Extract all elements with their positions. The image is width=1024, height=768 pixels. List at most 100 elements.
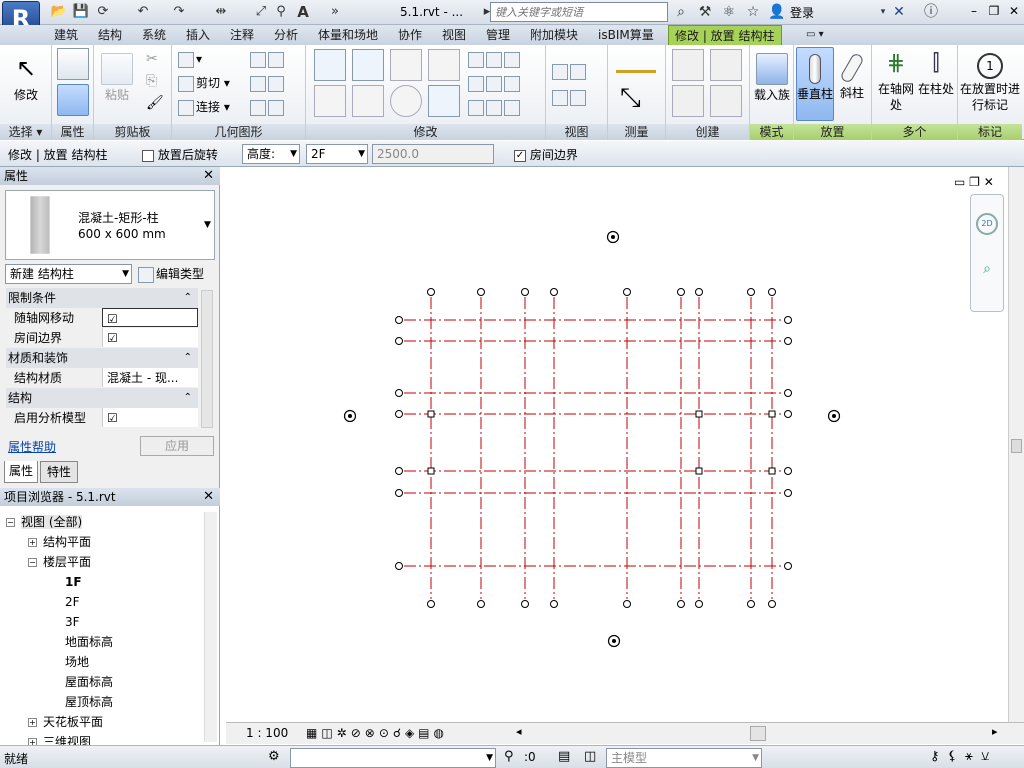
create-similar-icon[interactable]	[710, 85, 742, 117]
type-dropdown-icon[interactable]: ▼	[204, 220, 211, 230]
tab-addins[interactable]: 附加模块	[528, 25, 580, 45]
browser-item[interactable]: + 结构平面	[28, 532, 91, 552]
browser-item[interactable]: 1F	[50, 572, 82, 592]
elevation-marker-dot[interactable]	[832, 414, 836, 418]
aligned-dimension-icon[interactable]: ⤡	[620, 83, 641, 113]
grid-bubble[interactable]	[784, 467, 792, 475]
structural-column[interactable]	[695, 410, 703, 418]
navigation-bar[interactable]: 2D ⌕	[970, 194, 1004, 312]
geom-tool-1[interactable]	[250, 49, 286, 69]
floor-plan-svg[interactable]	[226, 167, 1008, 722]
browser-scrollbar[interactable]	[204, 512, 217, 742]
collapse-icon[interactable]: ⌃	[184, 388, 192, 408]
characteristics-tab[interactable]: 特性	[40, 461, 78, 483]
copy-element-icon[interactable]	[352, 85, 384, 117]
browser-item[interactable]: 场地	[50, 652, 89, 672]
tab-systems[interactable]: 系统	[140, 25, 168, 45]
copy-icon[interactable]: ⎘	[146, 73, 157, 89]
more-icon[interactable]: »	[326, 3, 344, 21]
horizontal-scroll-thumb[interactable]	[750, 726, 766, 741]
elevation-marker-dot[interactable]	[611, 235, 615, 239]
modify-small-row-3[interactable]	[468, 97, 522, 117]
grid-bubble[interactable]	[550, 288, 558, 296]
tab-annotate[interactable]: 注释	[228, 25, 256, 45]
grid-bubble[interactable]	[427, 600, 435, 608]
scroll-left-icon[interactable]: ◂	[516, 725, 522, 738]
browser-item[interactable]: − 视图 (全部)	[6, 512, 83, 532]
collapse-icon[interactable]: ⌃	[184, 288, 192, 308]
modify-button[interactable]: ↖ 修改	[6, 49, 46, 103]
drawing-canvas[interactable]: ▭ ❐ ✕	[226, 167, 1008, 722]
prop-value-checkbox[interactable]: ☑	[102, 408, 198, 427]
close-button[interactable]: ✕	[1006, 3, 1022, 19]
prop-row-room-bounding[interactable]: 房间边界 ☑	[6, 328, 198, 348]
collapse-icon[interactable]: ⌃	[184, 348, 192, 368]
browser-item[interactable]: 屋顶标高	[50, 692, 113, 712]
grid-bubble[interactable]	[395, 410, 403, 418]
canvas-vertical-scrollbar[interactable]	[1008, 167, 1024, 722]
trim-extend-icon[interactable]	[428, 85, 460, 117]
type-properties-icon[interactable]	[57, 48, 89, 80]
grid-bubble[interactable]	[768, 288, 776, 296]
level-select[interactable]: 2F ▼	[306, 144, 368, 164]
browser-item[interactable]: 3F	[50, 612, 80, 632]
prop-value[interactable]: 混凝土 - 现...	[102, 368, 198, 387]
text-icon[interactable]: A	[294, 3, 312, 21]
minimize-button[interactable]: –	[966, 3, 982, 19]
rotate-icon[interactable]	[390, 85, 422, 117]
exchange-icon[interactable]: ✕	[890, 3, 908, 21]
design-option-select[interactable]: 主模型 ▼	[606, 748, 762, 768]
open-icon[interactable]: 📂	[50, 3, 68, 21]
measure-between-icon[interactable]	[616, 53, 656, 73]
grid-bubble[interactable]	[395, 389, 403, 397]
cope-row[interactable]: ▾	[178, 49, 202, 69]
grid-bubble[interactable]	[477, 288, 485, 296]
collapse-icon[interactable]: −	[6, 518, 15, 527]
match-properties-icon[interactable]: 🖌	[146, 95, 164, 111]
elevation-marker-dot[interactable]	[612, 639, 616, 643]
login-button[interactable]: 登录	[790, 4, 814, 21]
filter-icon[interactable]: ⚲	[504, 749, 514, 764]
scroll-thumb[interactable]	[1011, 439, 1022, 453]
structural-column[interactable]	[768, 410, 776, 418]
at-columns-button[interactable]: ⫿ 在柱处	[916, 47, 956, 97]
prop-row-analytical-model[interactable]: 启用分析模型 ☑	[6, 408, 198, 428]
offset-icon[interactable]	[352, 49, 384, 81]
measure-icon[interactable]: ⇹	[212, 3, 230, 21]
scroll-right-icon[interactable]: ▸	[992, 725, 998, 738]
star-icon[interactable]: ☆	[744, 3, 762, 21]
structural-column[interactable]	[427, 467, 435, 475]
grid-bubble[interactable]	[695, 288, 703, 296]
height-value-field[interactable]: 2500.0	[372, 144, 494, 164]
undo-icon[interactable]: ↶	[134, 3, 152, 21]
steering-wheel-icon[interactable]: 2D	[976, 213, 998, 235]
grid-bubble[interactable]	[784, 489, 792, 497]
sync-icon[interactable]: ⟳	[94, 3, 112, 21]
align-icon[interactable]	[314, 49, 346, 81]
edit-type-button[interactable]: 编辑类型	[138, 265, 204, 283]
tab-collaborate[interactable]: 协作	[396, 25, 424, 45]
tab-isbim[interactable]: isBIM算量	[596, 25, 656, 45]
grid-bubble[interactable]	[768, 600, 776, 608]
grid-bubble[interactable]	[395, 467, 403, 475]
grid-bubble[interactable]	[623, 600, 631, 608]
tab-modify-place-column[interactable]: 修改 | 放置 结构柱	[668, 25, 782, 45]
expand-icon[interactable]: +	[28, 718, 37, 727]
grid-bubble[interactable]	[784, 410, 792, 418]
slanted-column-button[interactable]: 斜柱	[834, 47, 870, 101]
tab-massing-site[interactable]: 体量和场地	[316, 25, 380, 45]
browser-item[interactable]: 屋面标高	[50, 672, 113, 692]
tab-analyze[interactable]: 分析	[272, 25, 300, 45]
grid-bubble[interactable]	[784, 562, 792, 570]
cut-scissors-icon[interactable]: ✂	[146, 51, 158, 67]
group-constraints[interactable]: 限制条件 ⌃	[6, 288, 198, 308]
grid-bubble[interactable]	[550, 600, 558, 608]
restore-button[interactable]: ❐	[986, 3, 1002, 19]
ribbon-minimize-icon[interactable]: ▭ ▾	[804, 25, 826, 45]
at-grids-button[interactable]: ⋕ 在轴网处	[876, 47, 916, 113]
join-geometry-button[interactable]: 连接 ▾	[178, 97, 230, 117]
room-bounding-option[interactable]: ✓ 房间边界	[514, 146, 578, 163]
properties-toggle-icon[interactable]	[57, 84, 89, 116]
height-depth-select[interactable]: 高度: ▼	[242, 144, 300, 164]
tag-icon[interactable]: ⚲	[272, 3, 290, 21]
